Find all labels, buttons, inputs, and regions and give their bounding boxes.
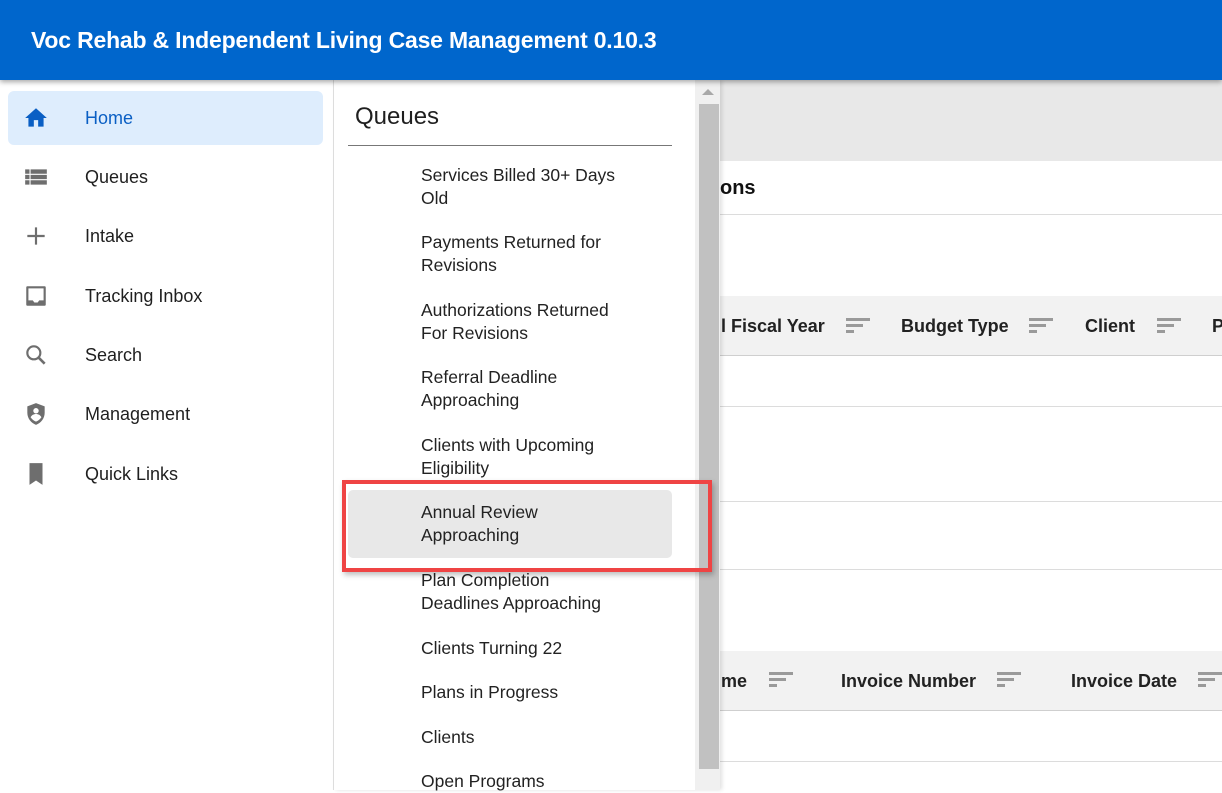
app-title: Voc Rehab & Independent Living Case Mana… [31, 26, 657, 53]
column-header-label: l Fiscal Year [721, 315, 825, 336]
search-icon [22, 341, 50, 369]
sidebar-item-label: Intake [85, 225, 135, 246]
queue-item-label: Services Billed 30+ Days [421, 165, 616, 185]
table-row-divider [720, 569, 1222, 570]
sidebar-item-label: Search [85, 344, 143, 365]
queue-item-label: Revisions [421, 255, 497, 275]
sort-icon[interactable] [1157, 318, 1183, 336]
list-icon [22, 163, 50, 191]
queue-item-payments-returned[interactable]: Payments Returned for Revisions [348, 231, 672, 277]
queue-item-label: Approaching [421, 390, 520, 410]
table1-header: l Fiscal Year Budget Type Client P [720, 296, 1222, 356]
inbox-icon [22, 282, 50, 310]
sidebar-item-label: Home [85, 107, 134, 128]
column-header-label: P [1212, 315, 1222, 336]
sidebar-item-intake[interactable]: Intake [8, 209, 323, 263]
queue-item-label: Plan Completion [421, 570, 550, 590]
column-header-label: Invoice Date [1071, 670, 1178, 691]
queue-item-clients[interactable]: Clients [348, 726, 672, 749]
column-header-label: Client [1085, 315, 1136, 336]
queue-item-label: Plans in Progress [421, 682, 559, 702]
sidebar-item-label: Quick Links [85, 463, 179, 484]
queue-item-label: Payments Returned for [421, 232, 601, 252]
app-bar: Voc Rehab & Independent Living Case Mana… [0, 0, 1222, 80]
column-header-invoice-number[interactable]: Invoice Number [841, 651, 976, 711]
column-header-label: Budget Type [901, 315, 1009, 336]
column-header-client[interactable]: Client [1085, 296, 1135, 356]
queue-item-label: Clients with Upcoming [421, 435, 595, 455]
queue-item-label: Annual Review [421, 502, 538, 522]
sort-icon[interactable] [997, 672, 1023, 690]
queue-item-plan-completion[interactable]: Plan Completion Deadlines Approaching [348, 569, 672, 615]
queue-item-label: Clients [421, 727, 475, 747]
main-banner [720, 80, 1222, 161]
scroll-up-arrow-icon[interactable] [702, 89, 714, 95]
queue-item-label: Approaching [421, 525, 520, 545]
queue-item-authorizations-returned[interactable]: Authorizations Returned For Revisions [348, 299, 672, 345]
sidebar-item-label: Queues [85, 166, 149, 187]
queue-item-referral-deadline[interactable]: Referral Deadline Approaching [348, 366, 672, 412]
scrollbar-thumb[interactable] [699, 104, 719, 769]
divider [348, 145, 672, 146]
column-header-label: me [721, 670, 748, 691]
sidebar-item-tracking-inbox[interactable]: Tracking Inbox [8, 269, 323, 323]
queue-item-label: Deadlines Approaching [421, 593, 601, 613]
column-header-invoice-date[interactable]: Invoice Date [1071, 651, 1177, 711]
sidebar-item-quick-links[interactable]: Quick Links [8, 447, 323, 501]
plus-icon [22, 222, 50, 250]
column-header-fiscal-year[interactable]: l Fiscal Year [721, 296, 825, 356]
queue-item-label: Authorizations Returned [421, 300, 609, 320]
queue-item-label: Referral Deadline [421, 367, 558, 387]
sidebar-item-label: Management [85, 403, 191, 424]
sort-icon[interactable] [846, 318, 872, 336]
table2-header: me Invoice Number Invoice Date [720, 651, 1222, 711]
queue-item-plans-in-progress[interactable]: Plans in Progress [348, 681, 672, 704]
sort-icon[interactable] [1198, 672, 1222, 690]
sidebar-item-management[interactable]: Management [8, 387, 323, 441]
sort-icon[interactable] [769, 672, 795, 690]
queue-item-label: For Revisions [421, 323, 528, 343]
sidebar-item-queues[interactable]: Queues [8, 150, 323, 204]
sort-icon[interactable] [1029, 318, 1055, 336]
column-header-name[interactable]: me [721, 651, 747, 711]
home-icon [22, 104, 50, 132]
queues-panel-title: Queues [355, 103, 440, 130]
sidebar-item-home[interactable]: Home [8, 91, 323, 145]
table-row-divider [720, 406, 1222, 407]
main-content: ons l Fiscal Year Budget Type Client P m… [720, 80, 1222, 790]
queue-item-label: Clients Turning 22 [421, 638, 563, 658]
queue-item-label: Old [421, 188, 449, 208]
queue-item-services-billed[interactable]: Services Billed 30+ Days Old [348, 164, 672, 210]
table-row-divider [720, 761, 1222, 762]
queues-panel: Queues Services Billed 30+ Days Old Paym… [334, 80, 720, 791]
queue-item-upcoming-eligibility[interactable]: Clients with Upcoming Eligibility [348, 434, 672, 480]
column-header-budget-type[interactable]: Budget Type [901, 296, 1009, 356]
sidebar-item-search[interactable]: Search [8, 328, 323, 382]
sidebar-nav: Home Queues Intake Tracking Inbox Search… [0, 80, 334, 790]
column-header-label: Invoice Number [841, 670, 977, 691]
queue-item-annual-review[interactable]: Annual Review Approaching [348, 490, 672, 558]
bookmark-icon [22, 460, 50, 488]
divider [720, 214, 1222, 215]
column-header-truncated[interactable]: P [1212, 296, 1222, 356]
shield-user-icon [22, 400, 50, 428]
sidebar-item-label: Tracking Inbox [85, 285, 203, 306]
queue-item-label: Eligibility [421, 458, 490, 478]
section-title: ons [720, 177, 756, 199]
queue-item-clients-turning-22[interactable]: Clients Turning 22 [348, 637, 672, 660]
table-row-divider [720, 501, 1222, 502]
